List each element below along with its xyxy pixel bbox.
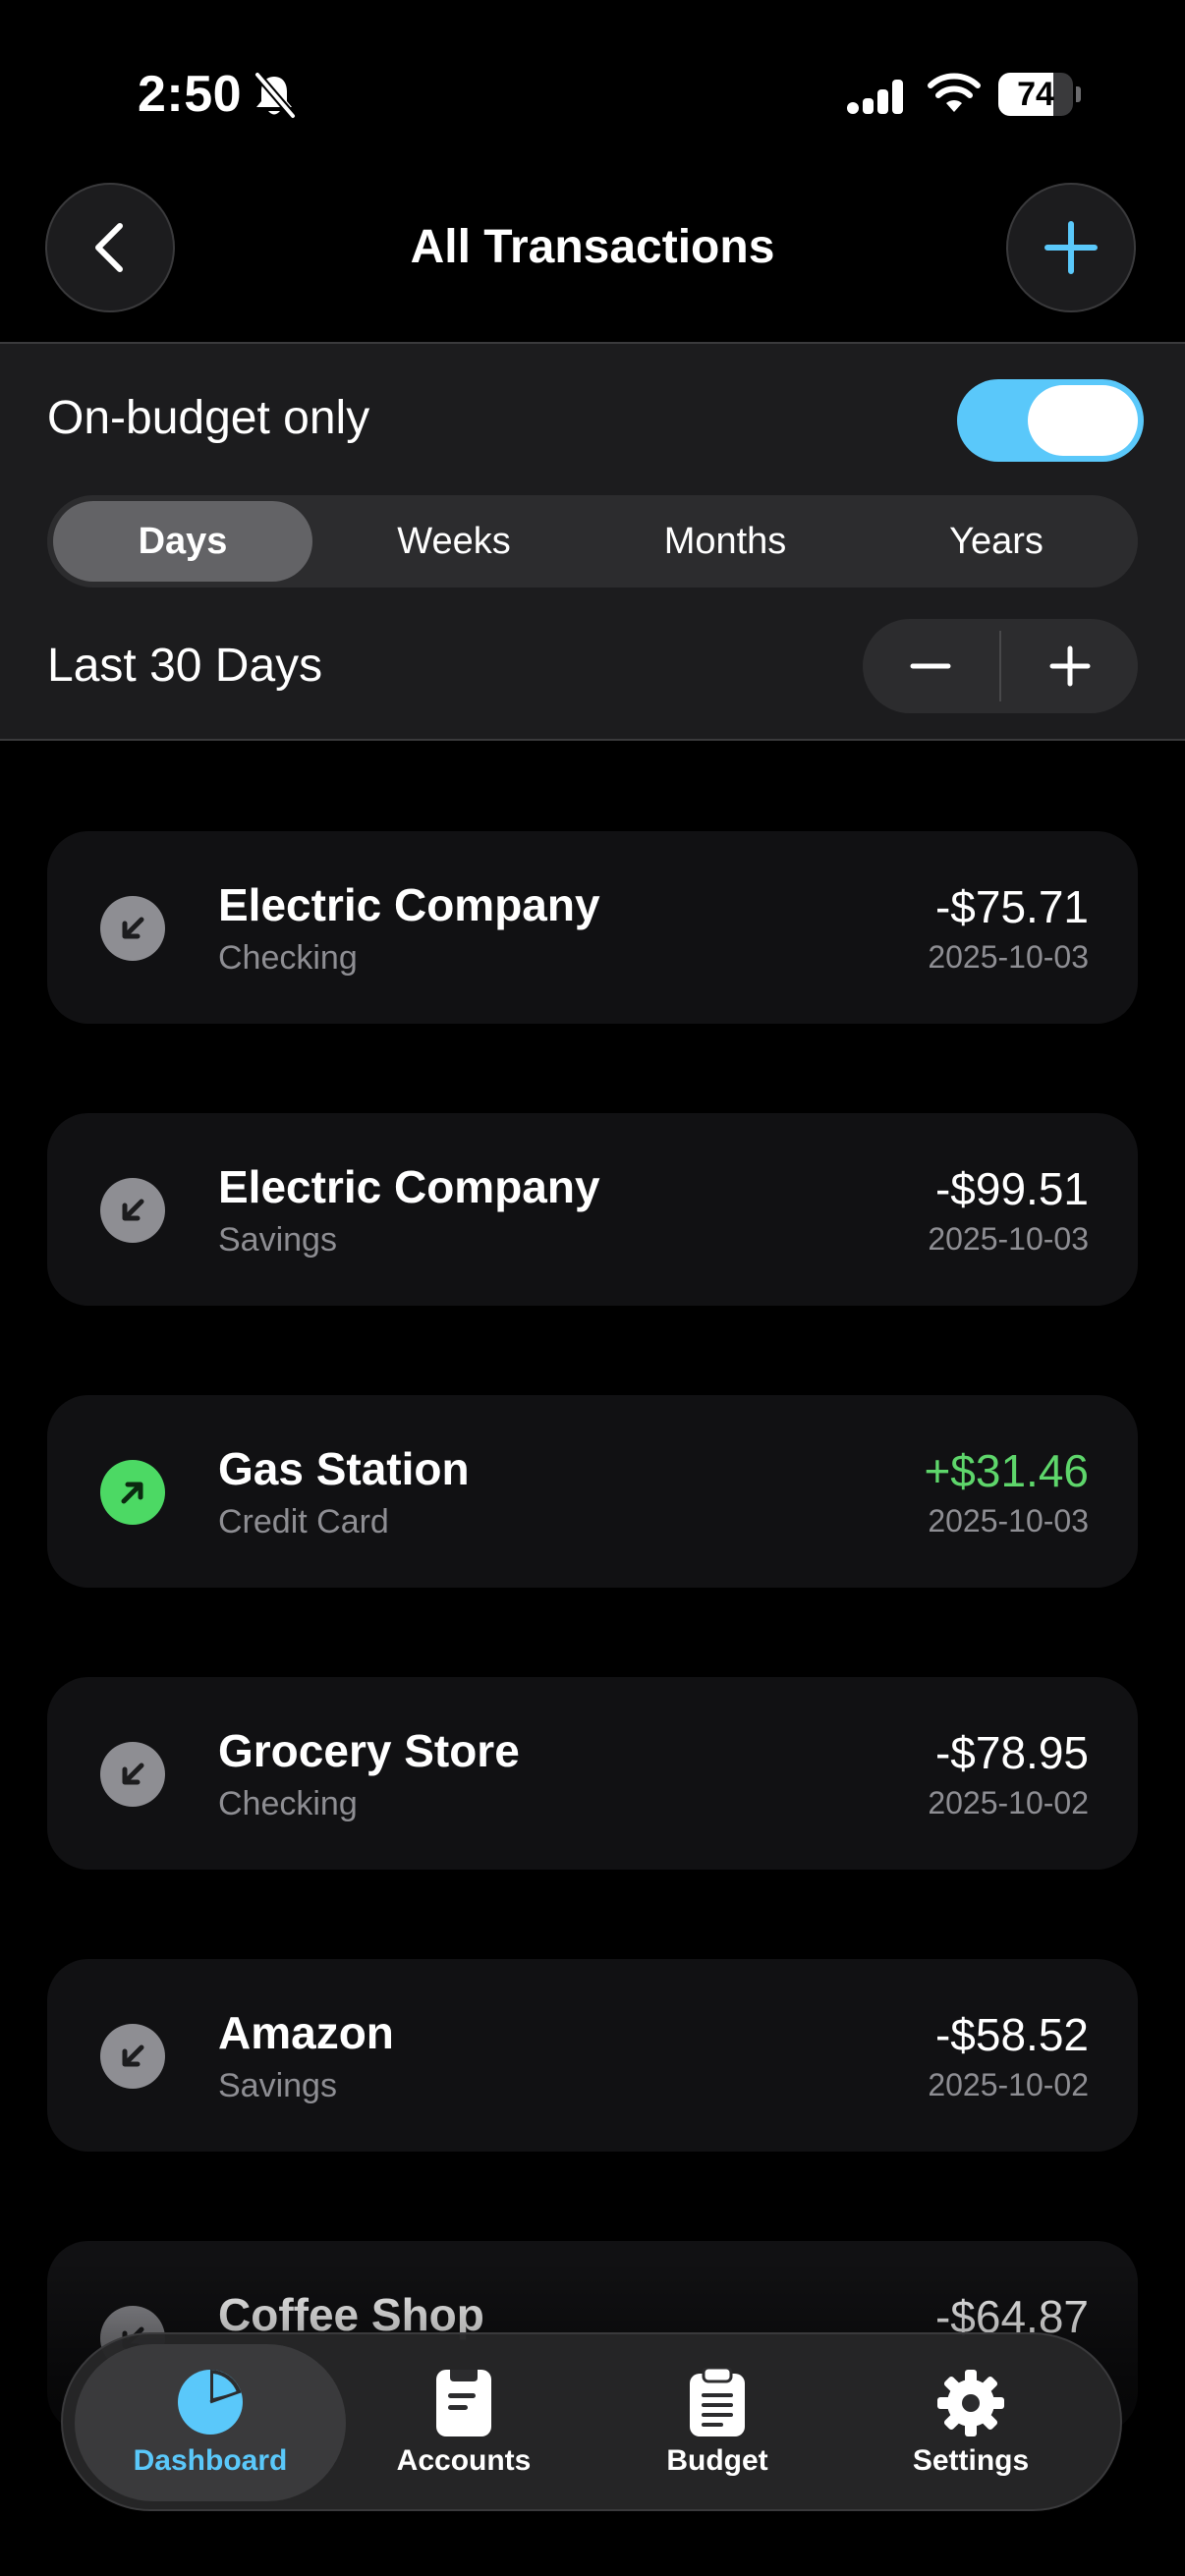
segment-weeks[interactable]: Weeks	[324, 501, 584, 582]
document-icon	[328, 2368, 599, 2436]
period-segmented-control: Days Weeks Months Years	[47, 495, 1138, 588]
clipboard-icon	[582, 2368, 853, 2436]
on-budget-toggle[interactable]	[957, 379, 1144, 462]
transaction-row[interactable]: Amazon Savings -$58.52 2025-10-02	[47, 1959, 1138, 2152]
cellular-signal-icon	[847, 80, 903, 114]
transaction-payee: Gas Station	[218, 1443, 470, 1494]
battery-body: 74	[998, 73, 1073, 116]
transaction-account: Credit Card	[218, 1503, 389, 1540]
transaction-row[interactable]: Electric Company Checking -$75.71 2025-1…	[47, 831, 1138, 1024]
transaction-amount: -$75.71	[934, 881, 1089, 932]
transaction-account: Savings	[218, 1221, 337, 1259]
outgoing-arrow-icon	[100, 2024, 165, 2089]
increment-button[interactable]	[1002, 619, 1138, 713]
gear-icon	[835, 2368, 1106, 2436]
transaction-payee: Grocery Store	[218, 1725, 520, 1776]
tab-label: Settings	[912, 2444, 1030, 2477]
tab-bar: Dashboard Accounts Budget Settings	[61, 2332, 1122, 2511]
battery-icon: 74	[998, 73, 1081, 116]
toggle-knob	[1028, 385, 1138, 456]
status-time: 2:50	[138, 66, 243, 123]
range-stepper	[863, 619, 1138, 713]
decrement-button[interactable]	[863, 619, 998, 713]
transaction-amount: -$58.52	[934, 2009, 1089, 2060]
on-budget-label: On-budget only	[47, 392, 370, 444]
bell-slash-icon	[254, 72, 297, 119]
transaction-account: Checking	[218, 939, 358, 977]
minus-icon	[910, 663, 951, 669]
status-bar: 2:50 74	[0, 0, 1185, 187]
transaction-row[interactable]: Electric Company Savings -$99.51 2025-10…	[47, 1113, 1138, 1306]
segment-years[interactable]: Years	[867, 501, 1126, 582]
outgoing-arrow-icon	[100, 1178, 165, 1243]
transaction-row[interactable]: Grocery Store Checking -$78.95 2025-10-0…	[47, 1677, 1138, 1870]
pie-chart-icon	[75, 2368, 346, 2436]
filter-panel: On-budget only Days Weeks Months Years L…	[0, 342, 1185, 741]
transaction-amount: -$78.95	[934, 1727, 1089, 1778]
transaction-account: Savings	[218, 2067, 337, 2104]
transaction-date: 2025-10-02	[928, 2067, 1089, 2102]
tab-label: Accounts	[396, 2444, 532, 2477]
tab-label: Dashboard	[133, 2444, 288, 2477]
all-transactions-screen: Electric Company Checking -$75.71 2025-1…	[0, 0, 1185, 2576]
transaction-amount: -$99.51	[934, 1163, 1089, 1214]
tab-accounts[interactable]: Accounts	[328, 2344, 599, 2501]
transaction-date: 2025-10-03	[928, 939, 1089, 975]
outgoing-arrow-icon	[100, 1742, 165, 1807]
plus-icon	[1044, 221, 1098, 274]
transaction-account: Checking	[218, 1785, 358, 1822]
plus-icon	[1049, 645, 1091, 687]
segment-days[interactable]: Days	[53, 501, 312, 582]
battery-percent: 74	[1017, 76, 1054, 113]
transaction-date: 2025-10-02	[928, 1785, 1089, 1820]
transaction-row[interactable]: Gas Station Credit Card +$31.46 2025-10-…	[47, 1395, 1138, 1588]
outgoing-arrow-icon	[100, 896, 165, 961]
battery-nub	[1076, 86, 1081, 102]
transaction-amount: +$31.46	[924, 1445, 1089, 1496]
segment-months[interactable]: Months	[595, 501, 855, 582]
incoming-arrow-icon	[100, 1460, 165, 1525]
stepper-divider	[999, 631, 1001, 701]
transaction-date: 2025-10-03	[928, 1503, 1089, 1539]
transaction-date: 2025-10-03	[928, 1221, 1089, 1257]
tab-dashboard[interactable]: Dashboard	[75, 2344, 346, 2501]
tab-budget[interactable]: Budget	[582, 2344, 853, 2501]
header: All Transactions	[0, 181, 1185, 318]
tab-settings[interactable]: Settings	[835, 2344, 1106, 2501]
tab-label: Budget	[666, 2444, 768, 2477]
transaction-payee: Electric Company	[218, 879, 600, 930]
transaction-payee: Electric Company	[218, 1161, 600, 1212]
transaction-payee: Amazon	[218, 2007, 394, 2058]
date-range-label: Last 30 Days	[47, 640, 323, 692]
add-transaction-button[interactable]	[1006, 183, 1136, 312]
wifi-icon	[928, 73, 981, 112]
